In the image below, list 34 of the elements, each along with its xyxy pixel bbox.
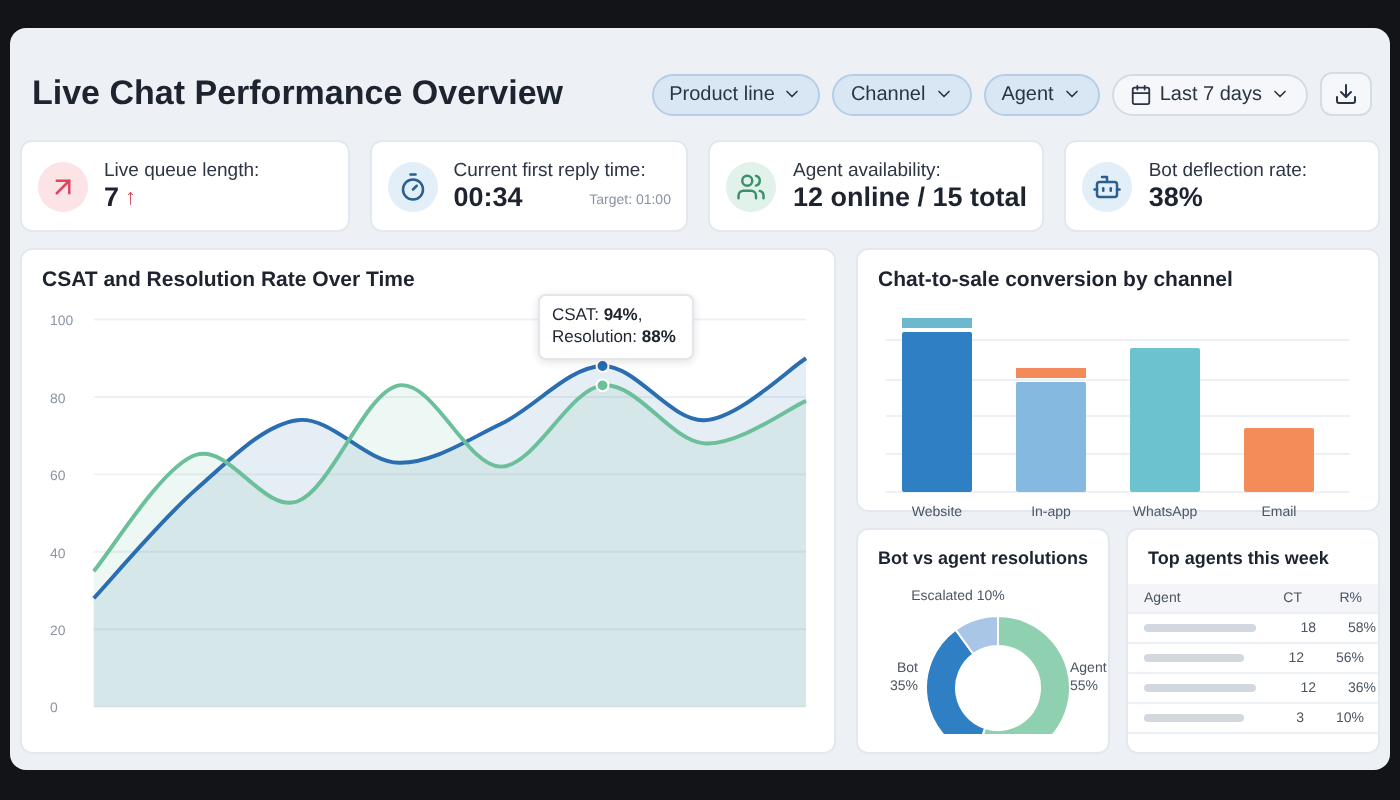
users-icon [736,171,767,201]
download-icon [1334,82,1358,106]
card-title: Bot vs agent resolutions [878,548,1088,568]
bar [1130,348,1200,492]
robot-icon [1092,171,1123,201]
filter-dropdown[interactable]: Last 7 days [1111,73,1308,115]
download-button[interactable] [1320,72,1372,116]
card-title: CSAT and Resolution Rate Over Time [42,268,417,292]
kpi-value: 38% [1148,182,1203,212]
redacted-name [1144,684,1256,692]
card-title: Chat-to-sale conversion by channel [878,268,1235,292]
card-title: Top agents this week [1148,548,1331,568]
kpi-value: 12 online / 15 total [792,182,1028,212]
kpi-label: Agent availability: [792,160,943,182]
data-point [595,378,610,393]
stopwatch-icon [397,171,428,201]
filter-dropdown[interactable]: Agent [983,73,1100,115]
trend-arrow: ↑ [125,185,137,209]
chart-tooltip: CSAT: 94%, Resolution: 88% [538,294,694,360]
filter-dropdown[interactable]: Product line [651,73,821,115]
redacted-name [1144,654,1244,662]
page-title: Live Chat Performance Overview [32,74,564,114]
filter-dropdown[interactable]: Channel [832,73,972,115]
calendar-icon [1129,83,1152,105]
bar [1244,428,1314,492]
redacted-name [1144,714,1244,722]
kpi-label: Live queue length: [104,160,262,182]
data-point [595,359,610,373]
bar [1016,368,1086,492]
kpi-value: 7 [104,182,120,212]
kpi-label: Current first reply time: [453,160,648,182]
kpi-label: Bot deflection rate: [1148,160,1310,182]
redacted-name [1144,624,1256,632]
kpi-value: 00:34 [453,182,523,212]
